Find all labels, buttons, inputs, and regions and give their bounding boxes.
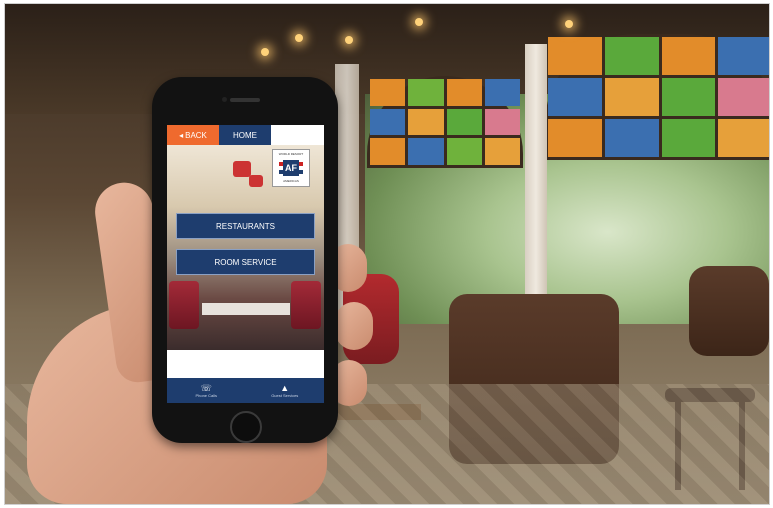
room-service-button[interactable]: ROOM SERVICE [176,249,315,275]
smartphone: ◂ BACK HOME WORLD RESORT AF AMERICAS RES… [152,77,338,443]
telephone-icon: ☏ [200,383,212,393]
logo-bottom-text: AMERICAS [283,179,299,183]
room-service-label: ROOM SERVICE [214,257,277,267]
bottom-nav-bar: ☏ Phone Calls ▲ Guest Services [167,378,324,403]
hotel-logo: WORLD RESORT AF AMERICAS [272,149,310,187]
string-light [261,48,269,56]
home-tab[interactable]: HOME [219,125,271,145]
arrow-left-icon: ◂ [179,130,184,140]
stained-glass-window-left [367,76,523,168]
app-top-bar: ◂ BACK HOME [167,125,324,145]
red-chair [291,281,321,329]
back-button[interactable]: ◂ BACK [167,125,219,145]
nav-phone-calls-label: Phone Calls [195,393,218,398]
home-hardware-button[interactable] [230,411,262,443]
pendant-lamp [233,161,251,177]
armchair [689,266,769,356]
restaurants-label: RESTAURANTS [216,221,275,231]
restaurants-button[interactable]: RESTAURANTS [176,213,315,239]
string-light [295,34,303,42]
logo-top-text: WORLD RESORT [278,152,304,156]
string-light [345,36,353,44]
nav-guest-services-label: Guest Services [271,393,299,398]
phone-screen: ◂ BACK HOME WORLD RESORT AF AMERICAS RES… [167,125,324,403]
photo-frame: ◂ BACK HOME WORLD RESORT AF AMERICAS RES… [4,3,770,505]
string-light [415,18,423,26]
string-light [565,20,573,28]
back-label: BACK [185,130,207,140]
dining-table [202,303,290,315]
logo-mark: AF [283,160,299,176]
earpiece-speaker [230,98,260,102]
nav-guest-services[interactable]: ▲ Guest Services [246,378,325,403]
service-bell-icon: ▲ [280,383,290,393]
red-chair [169,281,199,329]
hand-finger [335,302,373,350]
nav-phone-calls[interactable]: ☏ Phone Calls [167,378,246,403]
pendant-lamp [249,175,263,187]
stained-glass-window-right [545,34,769,160]
home-label: HOME [233,130,257,140]
front-camera [222,97,227,102]
